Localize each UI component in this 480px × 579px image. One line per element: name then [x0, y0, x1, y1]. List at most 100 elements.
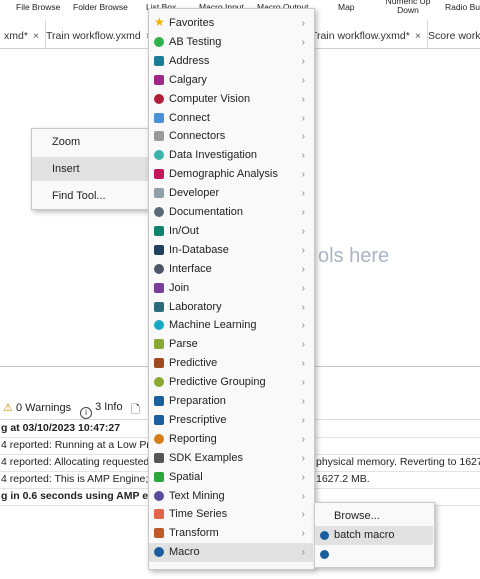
- tool-map[interactable]: Map: [338, 3, 355, 12]
- category-label: In/Out: [169, 224, 199, 237]
- tab-workflow-3[interactable]: Train workflow.yxmd* ×: [305, 20, 428, 48]
- menu-item-batch-macro[interactable]: batch macro: [315, 526, 433, 545]
- tool-radio-button[interactable]: Radio Bu: [445, 3, 480, 12]
- macro-icon: [320, 550, 329, 559]
- menu-item-browse[interactable]: Browse...: [315, 507, 433, 526]
- category-predictive-grouping[interactable]: Predictive Grouping ›: [149, 373, 313, 392]
- category-calgary[interactable]: Calgary ›: [149, 71, 313, 90]
- category-address[interactable]: Address ›: [149, 52, 313, 71]
- in-database-icon: [154, 244, 164, 255]
- category-label: Spatial: [169, 470, 203, 483]
- category-label: Developer: [169, 187, 220, 200]
- category-preparation[interactable]: Preparation ›: [149, 392, 313, 411]
- documentation-icon: [154, 207, 164, 217]
- tab-workflow-4[interactable]: Score workf: [422, 20, 480, 48]
- canvas-context-menu: Zoom › Insert › Find Tool...: [31, 128, 168, 210]
- sdk-examples-icon: [154, 452, 164, 463]
- category-reporting[interactable]: Reporting ›: [149, 430, 313, 449]
- chevron-right-icon: ›: [301, 358, 305, 370]
- menu-item-label: Insert: [52, 163, 80, 175]
- category-computer-vision[interactable]: Computer Vision ›: [149, 90, 313, 109]
- time-series-icon: [154, 509, 164, 520]
- category-demographic-analysis[interactable]: Demographic Analysis ›: [149, 165, 313, 184]
- tab-workflow-2[interactable]: Train workflow.yxmd×: [40, 20, 159, 48]
- message-text: 4 reported: This is AMP Engine; ru: [1, 473, 161, 485]
- menu-item-label: Zoom: [52, 136, 81, 148]
- info-filter[interactable]: i 3 Info: [80, 401, 123, 419]
- category-sdk-examples[interactable]: SDK Examples ›: [149, 449, 313, 468]
- laboratory-icon: [154, 301, 164, 312]
- category-transform[interactable]: Transform ›: [149, 524, 313, 543]
- close-icon[interactable]: ×: [415, 30, 421, 42]
- close-icon[interactable]: ×: [33, 30, 39, 42]
- category-label: Predictive: [169, 357, 218, 370]
- category-label: Favorites: [169, 17, 215, 29]
- spatial-icon: [154, 471, 164, 482]
- insert-category-menu: ★ Favorites › AB Testing › Address › Calgary › Co…: [148, 8, 315, 570]
- chevron-right-icon: ›: [301, 263, 305, 275]
- category-spatial[interactable]: Spatial ›: [149, 468, 313, 487]
- chevron-right-icon: ›: [301, 282, 305, 294]
- category-connectors[interactable]: Connectors ›: [149, 127, 313, 146]
- category-ab-testing[interactable]: AB Testing ›: [149, 33, 313, 52]
- warning-icon: ⚠: [3, 402, 13, 414]
- category-text-mining[interactable]: Text Mining ›: [149, 487, 313, 506]
- ab-testing-icon: [154, 36, 164, 47]
- category-macro[interactable]: Macro ›: [149, 543, 313, 563]
- preparation-icon: [154, 396, 164, 406]
- chevron-right-icon: ›: [301, 396, 305, 407]
- chevron-right-icon: ›: [301, 225, 305, 237]
- category-label: Predictive Grouping: [169, 376, 266, 389]
- chevron-right-icon: ›: [301, 301, 305, 313]
- chevron-right-icon: ›: [301, 18, 305, 29]
- chevron-right-icon: ›: [301, 207, 305, 218]
- category-time-series[interactable]: Time Series ›: [149, 505, 313, 524]
- chevron-right-icon: ›: [301, 528, 305, 540]
- chevron-right-icon: ›: [301, 320, 305, 332]
- category-label: Address: [169, 54, 210, 67]
- tab-label: Train workflow.yxmd*: [311, 30, 410, 42]
- interface-icon: [154, 263, 164, 274]
- category-machine-learning[interactable]: Machine Learning ›: [149, 316, 313, 335]
- category-connect[interactable]: Connect ›: [149, 109, 313, 128]
- category-label: Join: [169, 281, 190, 294]
- files-filter[interactable]: 🗋: [131, 401, 140, 420]
- chevron-right-icon: ›: [301, 414, 305, 426]
- category-developer[interactable]: Developer ›: [149, 184, 313, 203]
- parse-icon: [154, 339, 164, 350]
- category-parse[interactable]: Parse ›: [149, 335, 313, 354]
- warnings-filter[interactable]: ⚠ 0 Warnings: [3, 401, 71, 414]
- chevron-right-icon: ›: [301, 112, 305, 124]
- macro-icon: [154, 547, 164, 558]
- text-mining-icon: [154, 490, 164, 501]
- category-join[interactable]: Join ›: [149, 279, 313, 298]
- prescriptive-icon: [154, 414, 164, 425]
- category-in-out[interactable]: In/Out ›: [149, 222, 313, 241]
- category-documentation[interactable]: Documentation ›: [149, 203, 313, 222]
- calgary-icon: [154, 74, 164, 85]
- menu-item-macro-unnamed[interactable]: [315, 545, 433, 564]
- tool-numeric-up-down[interactable]: Numeric Up Down: [384, 0, 432, 15]
- transform-icon: [154, 528, 164, 539]
- chevron-right-icon: ›: [301, 433, 305, 445]
- category-favorites[interactable]: ★ Favorites ›: [149, 14, 313, 33]
- category-interface[interactable]: Interface ›: [149, 260, 313, 279]
- category-predictive[interactable]: Predictive ›: [149, 354, 313, 373]
- tool-folder-browse[interactable]: Folder Browse: [73, 3, 128, 12]
- canvas-hint-text: ols here: [318, 245, 390, 267]
- star-icon: ★: [154, 15, 165, 29]
- chevron-right-icon: ›: [301, 131, 305, 143]
- category-prescriptive[interactable]: Prescriptive ›: [149, 411, 313, 430]
- category-label: Computer Vision: [169, 92, 251, 105]
- category-in-database[interactable]: In-Database ›: [149, 241, 313, 260]
- message-text-tail: 1627.2 MB.: [316, 473, 370, 485]
- tool-file-browse[interactable]: File Browse: [16, 3, 60, 12]
- predictive-grouping-icon: [154, 377, 164, 388]
- category-label: Parse: [169, 338, 198, 351]
- category-data-investigation[interactable]: Data Investigation ›: [149, 146, 313, 165]
- chevron-right-icon: ›: [301, 93, 305, 105]
- category-laboratory[interactable]: Laboratory ›: [149, 298, 313, 317]
- join-icon: [154, 282, 164, 293]
- category-label: Text Mining: [169, 489, 225, 502]
- address-icon: [154, 55, 164, 66]
